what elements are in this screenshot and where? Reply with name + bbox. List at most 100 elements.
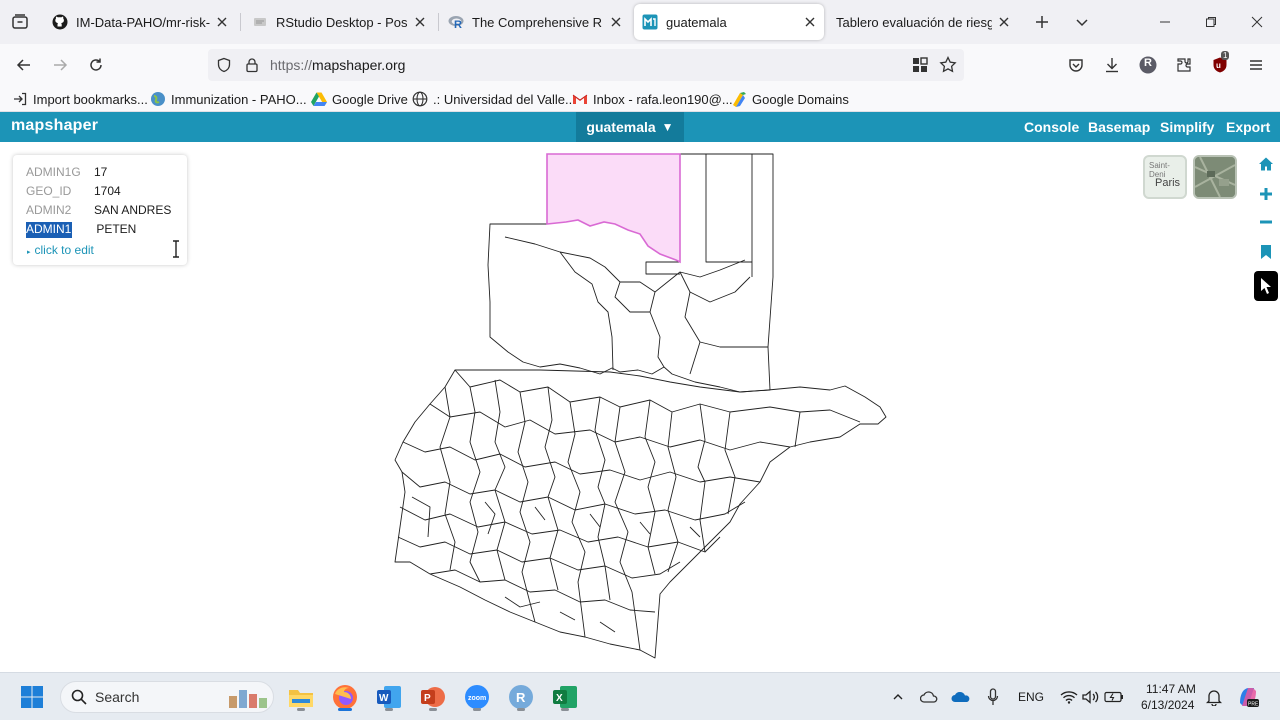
map-region bbox=[614, 281, 701, 375]
zoom-in-icon[interactable] bbox=[1254, 182, 1278, 206]
export-button[interactable]: Export bbox=[1226, 119, 1270, 135]
reader-view-icon[interactable] bbox=[910, 55, 930, 75]
tab-overview-icon[interactable] bbox=[8, 10, 32, 34]
close-icon[interactable] bbox=[408, 10, 432, 34]
tab-github[interactable]: IM-Data-PAHO/mr-risk-as bbox=[44, 4, 236, 40]
click-to-edit-link[interactable]: ▸ click to edit bbox=[27, 243, 94, 257]
bookmark-import[interactable]: Import bookmarks... bbox=[12, 90, 148, 108]
tab-guatemala[interactable]: guatemala bbox=[634, 4, 824, 40]
close-icon[interactable] bbox=[992, 10, 1016, 34]
url-text[interactable]: https://mapshaper.org bbox=[270, 57, 405, 73]
map-region bbox=[724, 411, 736, 515]
attribute-row: ADMIN1 PETEN bbox=[26, 222, 136, 238]
microphone-icon[interactable] bbox=[977, 681, 1009, 713]
menu-icon[interactable] bbox=[1242, 51, 1270, 79]
map-region bbox=[402, 441, 761, 483]
url-bar[interactable]: https://mapshaper.org bbox=[208, 49, 964, 81]
map-region bbox=[439, 386, 801, 571]
basemap-satellite-thumbnail[interactable] bbox=[1193, 155, 1237, 199]
attribute-value[interactable]: SAN ANDRES bbox=[94, 203, 171, 219]
bookmark-google-drive[interactable]: Google Drive bbox=[311, 90, 408, 108]
tab-rstudio[interactable]: RStudio Desktop - Posit bbox=[244, 4, 434, 40]
guatemala-map[interactable] bbox=[0, 142, 1280, 672]
bookmark-icon[interactable] bbox=[1254, 240, 1278, 264]
close-icon[interactable] bbox=[604, 10, 628, 34]
rstudio-icon bbox=[252, 14, 268, 30]
windows-start-icon[interactable] bbox=[16, 681, 48, 713]
mapshaper-logo[interactable]: mapshaper bbox=[11, 117, 98, 135]
mapshaper-icon bbox=[642, 14, 658, 30]
battery-icon[interactable] bbox=[1098, 681, 1130, 713]
pointer-tool-icon[interactable] bbox=[1254, 271, 1278, 301]
simplify-button[interactable]: Simplify bbox=[1160, 119, 1214, 135]
attribute-value[interactable]: 17 bbox=[94, 165, 107, 181]
windows-taskbar: Search W P zoom R X ENG 11:47 AM 6/13/20… bbox=[0, 672, 1280, 720]
zoom-app-icon[interactable]: zoom bbox=[461, 681, 493, 713]
copilot-icon[interactable]: PRE bbox=[1232, 681, 1264, 713]
basemap-street-thumbnail[interactable]: Saint-Deni Paris bbox=[1143, 155, 1187, 199]
window-close-icon[interactable] bbox=[1234, 0, 1280, 44]
tray-overflow-icon[interactable] bbox=[882, 681, 914, 713]
map-region bbox=[697, 403, 706, 553]
map-region bbox=[559, 251, 614, 371]
zoom-out-icon[interactable] bbox=[1254, 210, 1278, 234]
basemap-button[interactable]: Basemap bbox=[1088, 119, 1150, 135]
close-icon[interactable] bbox=[210, 10, 234, 34]
bookmark-google-domains[interactable]: Google Domains bbox=[731, 90, 849, 108]
attribute-key-selected[interactable]: ADMIN1 bbox=[26, 222, 73, 238]
tracking-shield-icon[interactable] bbox=[214, 55, 234, 75]
powerpoint-icon[interactable]: P bbox=[417, 681, 449, 713]
reload-icon[interactable] bbox=[82, 51, 110, 79]
clock-time[interactable]: 11:47 AM bbox=[1146, 682, 1196, 696]
profile-avatar[interactable]: R bbox=[1134, 51, 1162, 79]
console-button[interactable]: Console bbox=[1024, 119, 1079, 135]
home-icon[interactable] bbox=[1254, 152, 1278, 176]
file-explorer-icon[interactable] bbox=[285, 681, 317, 713]
firefox-icon[interactable] bbox=[329, 681, 361, 713]
bookmark-inbox[interactable]: Inbox - rafa.leon190@... bbox=[572, 90, 733, 108]
pocket-icon[interactable] bbox=[1062, 51, 1090, 79]
r-app-icon[interactable]: R bbox=[505, 681, 537, 713]
tab-tablero[interactable]: Tablero evaluación de riesgo bbox=[828, 4, 1018, 40]
svg-text:PRE: PRE bbox=[1248, 702, 1259, 708]
downloads-icon[interactable] bbox=[1098, 51, 1126, 79]
gmail-icon bbox=[572, 91, 588, 107]
list-tabs-icon[interactable] bbox=[1070, 10, 1094, 34]
attribute-popup: ADMIN1G 17 GEO_ID 1704 ADMIN2 SAN ANDRES… bbox=[13, 155, 187, 265]
tab-label: RStudio Desktop - Posit bbox=[276, 14, 408, 30]
attribute-key: ADMIN1G bbox=[26, 165, 81, 179]
tab-label: IM-Data-PAHO/mr-risk-as bbox=[76, 14, 210, 30]
minimize-icon[interactable] bbox=[1142, 0, 1188, 44]
attribute-value[interactable]: 1704 bbox=[94, 184, 121, 200]
bookmark-universidad[interactable]: .: Universidad del Valle... bbox=[412, 90, 576, 108]
ublock-icon[interactable]: u 1 bbox=[1206, 51, 1234, 79]
restore-icon[interactable] bbox=[1188, 0, 1234, 44]
selected-region-san-andres[interactable] bbox=[546, 153, 681, 264]
extensions-icon[interactable] bbox=[1170, 51, 1198, 79]
onedrive-icon[interactable] bbox=[945, 681, 977, 713]
clock-date[interactable]: 6/13/2024 bbox=[1141, 698, 1194, 712]
back-icon[interactable] bbox=[10, 51, 38, 79]
lock-icon[interactable] bbox=[242, 55, 262, 75]
forward-icon[interactable] bbox=[46, 51, 74, 79]
attribute-value[interactable]: PETEN bbox=[96, 222, 136, 238]
running-indicator bbox=[338, 708, 352, 711]
bookmark-star-icon[interactable] bbox=[938, 55, 958, 75]
triangle-right-icon: ▸ bbox=[27, 249, 31, 256]
map-region bbox=[649, 271, 768, 368]
layer-menu-button[interactable]: guatemala ▼ bbox=[576, 112, 684, 142]
excel-icon[interactable]: X bbox=[549, 681, 581, 713]
taskbar-search[interactable]: Search bbox=[60, 681, 274, 713]
tab-label: guatemala bbox=[666, 14, 727, 30]
browser-nav-bar: https://mapshaper.org R u 1 bbox=[0, 44, 1280, 86]
notification-bell-icon[interactable] bbox=[1198, 681, 1230, 713]
language-indicator[interactable]: ENG bbox=[1018, 690, 1044, 704]
tab-cran[interactable]: R The Comprehensive R Arc bbox=[440, 4, 630, 40]
close-icon[interactable] bbox=[798, 10, 822, 34]
new-tab-icon[interactable] bbox=[1030, 10, 1054, 34]
word-icon[interactable]: W bbox=[373, 681, 405, 713]
map-canvas[interactable]: ADMIN1G 17 GEO_ID 1704 ADMIN2 SAN ANDRES… bbox=[0, 142, 1280, 672]
weather-cloud-icon[interactable] bbox=[913, 681, 945, 713]
browser-tab-strip: IM-Data-PAHO/mr-risk-as RStudio Desktop … bbox=[0, 0, 1280, 44]
bookmark-immunization[interactable]: Immunization - PAHO... bbox=[150, 90, 307, 108]
